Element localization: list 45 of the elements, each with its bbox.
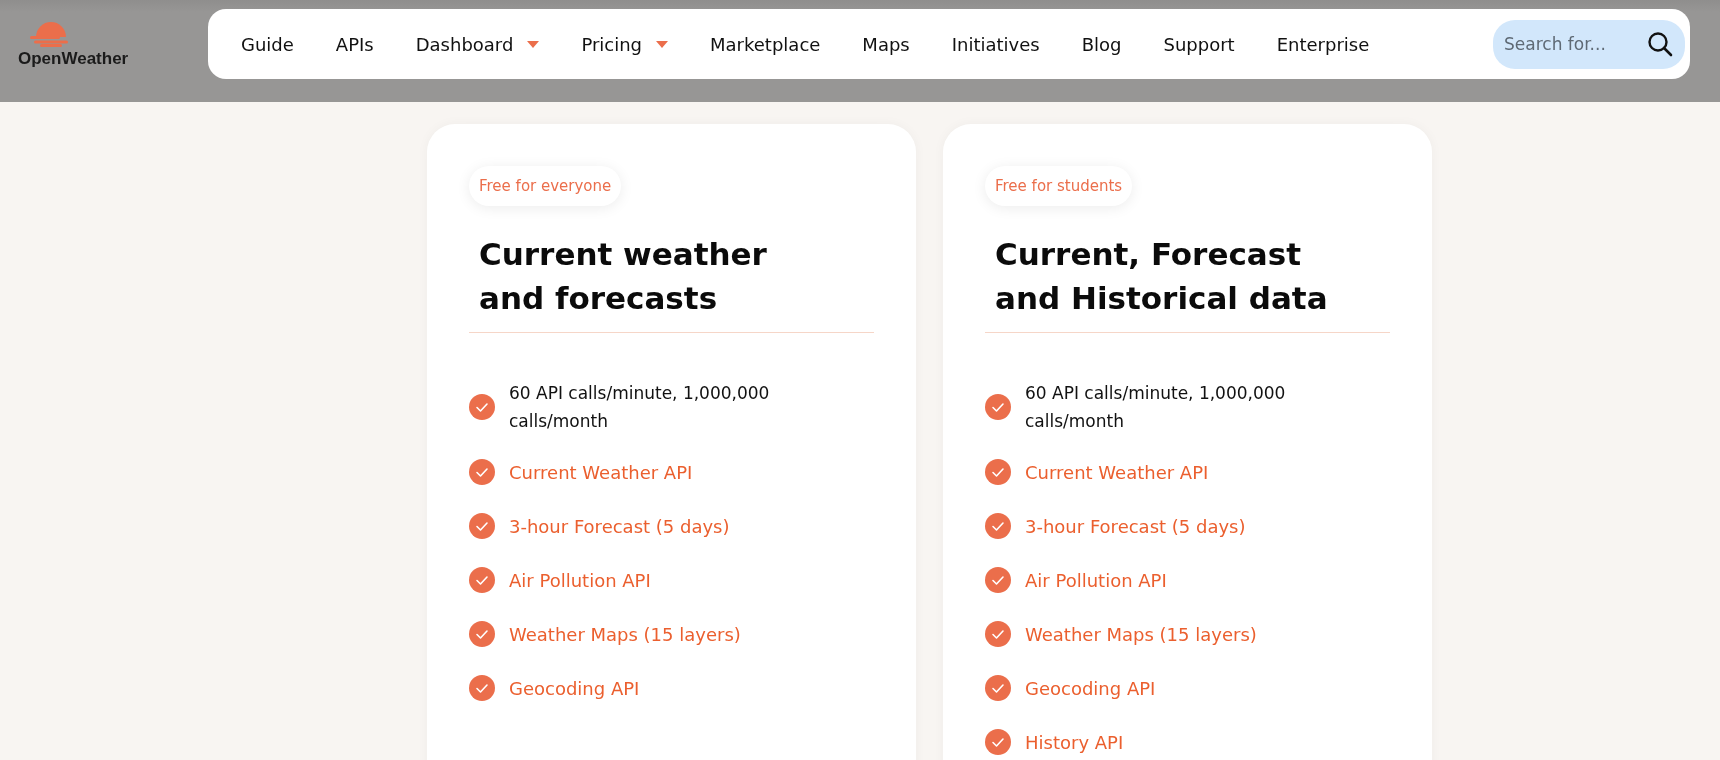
feature-link[interactable]: 3-hour Forecast (5 days) (1025, 515, 1246, 537)
check-icon (469, 675, 495, 701)
feature-link[interactable]: Air Pollution API (509, 569, 651, 591)
feature-link[interactable]: Geocoding API (1025, 677, 1156, 699)
feature-link[interactable]: Current Weather API (509, 461, 693, 483)
check-icon (469, 567, 495, 593)
caret-icon (656, 40, 669, 48)
nav-link[interactable]: Dashboard (394, 33, 561, 55)
check-icon (985, 459, 1011, 485)
nav-link[interactable]: APIs (314, 33, 395, 55)
check-icon (469, 394, 495, 420)
nav-link[interactable]: Support (1142, 33, 1256, 55)
check-icon (985, 513, 1011, 539)
check-icon (985, 621, 1011, 647)
feature-link[interactable]: Air Pollution API (1025, 569, 1167, 591)
nav-link[interactable]: Blog (1060, 33, 1143, 55)
check-icon (469, 459, 495, 485)
feature-link[interactable]: Current Weather API (1025, 461, 1209, 483)
feature-link[interactable]: History API (1025, 731, 1124, 753)
check-icon (985, 394, 1011, 420)
nav-link[interactable]: Guide (220, 33, 315, 55)
feature-text: 60 API calls/minute, 1,000,000 calls/month (1025, 382, 1287, 433)
nav-link[interactable]: Pricing (560, 33, 690, 55)
check-icon (469, 513, 495, 539)
plan-title: Current, Forecast and Historical data (995, 235, 1329, 318)
nav-link[interactable]: Initiatives (930, 33, 1061, 55)
check-icon (985, 567, 1011, 593)
caret-icon (527, 40, 540, 48)
feature-link[interactable]: 3-hour Forecast (5 days) (509, 515, 730, 537)
search-icon[interactable] (1647, 30, 1673, 57)
feature-link[interactable]: Weather Maps (15 layers) (509, 623, 741, 645)
check-icon (985, 675, 1011, 701)
feature-link[interactable]: Weather Maps (15 layers) (1025, 623, 1257, 645)
check-icon (469, 621, 495, 647)
nav-link[interactable]: Maps (841, 33, 931, 55)
feature-text: 60 API calls/minute, 1,000,000 calls/month (509, 382, 771, 433)
check-icon (985, 729, 1011, 755)
nav-link[interactable]: Enterprise (1255, 33, 1391, 55)
plan-badge: Free for students (985, 166, 1133, 206)
feature-link[interactable]: Geocoding API (509, 677, 640, 699)
nav-link[interactable]: Marketplace (689, 33, 842, 55)
plan-badge: Free for everyone (469, 166, 622, 206)
logo-text[interactable]: OpenWeather (18, 49, 129, 69)
search-field[interactable]: Search for... (1493, 19, 1685, 69)
plan-title: Current weather and forecasts (479, 235, 768, 318)
